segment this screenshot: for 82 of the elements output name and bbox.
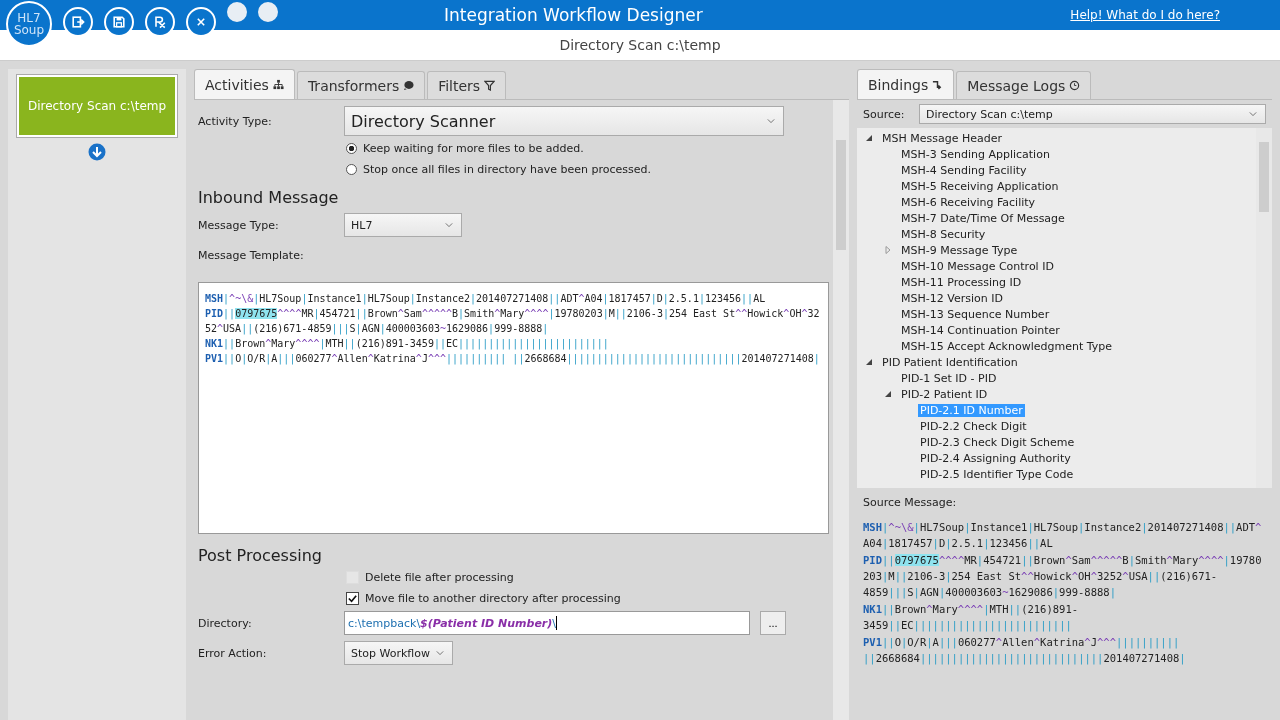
filter-icon (484, 80, 496, 91)
tab[interactable]: Bindings (857, 69, 955, 99)
section-heading: Inbound Message (198, 188, 340, 207)
exit-icon (70, 14, 86, 30)
directory-field[interactable]: c:\tempback\$(Patient ID Number)\ (344, 611, 750, 635)
field-label: Source: (863, 107, 906, 121)
tree-item[interactable]: PID-1 Set ID - PID (899, 371, 999, 385)
tree-item[interactable]: MSH-7 Date/Time Of Message (899, 211, 1067, 225)
message-line: PID||0797675^^^^MR|454721||Brown^Sam^^^^^B|Smith^Mary^^^^|19780203|M||2106-3|254 East St^^Howick^OH^3252^USA||(216)671-4859|||S|AGN|400003603~1629086|999-8888| (863, 553, 1263, 600)
tab[interactable]: Activities (194, 69, 295, 99)
browse-button[interactable]: ... (760, 611, 786, 635)
chevron-icon (767, 118, 775, 124)
tree-item[interactable]: PID-2.3 Check Digit Scheme (918, 435, 1077, 449)
message-line: MSH|^~\&|HL7Soup|Instance1|HL7Soup|Instance2|201407271408||ADT^A04|1817457|D|2.5.1|123456||AL (205, 292, 767, 306)
chevron-icon (1249, 111, 1257, 117)
message-line: PV1||O|O/R|A|||060277^Allen^Katrina^J^^^|||||||||| ||2668684|||||||||||||||||||||||||||||201407271408| (205, 352, 821, 366)
message-line: NK1||Brown^Mary^^^^|MTH||(216)891-3459||EC||||||||||||||||||||||||| (205, 337, 610, 351)
field-label: Activity Type: (198, 114, 273, 128)
tree-item[interactable]: MSH-15 Accept Acknowledgment Type (899, 339, 1114, 353)
message-line: NK1||Brown^Mary^^^^|MTH||(216)891-3459||EC||||||||||||||||||||||||| (863, 602, 1080, 633)
tree-item[interactable]: MSH-3 Sending Application (899, 147, 1052, 161)
scrollbar[interactable] (1256, 128, 1272, 488)
exit-button[interactable] (63, 7, 93, 37)
tree-item[interactable]: PID-2.5 Identifier Type Code (918, 467, 1076, 481)
scrollbar[interactable] (833, 100, 849, 720)
activity-type-dropdown[interactable]: Directory Scanner (344, 106, 784, 136)
tree-item[interactable]: MSH-11 Processing ID (899, 275, 1024, 289)
speech-bubble-icon (403, 80, 415, 91)
tab[interactable]: Message Logs (956, 71, 1092, 99)
collapse-icon[interactable] (884, 390, 892, 398)
field-label: Message Type: (198, 218, 280, 232)
save-button[interactable] (104, 7, 134, 37)
tree-item[interactable]: MSH-9 Message Type (899, 243, 1020, 257)
option-label: Keep waiting for more files to be added. (363, 142, 584, 155)
link-arrow-icon (932, 79, 944, 90)
chevron-icon (436, 650, 444, 656)
tree-item[interactable]: MSH-14 Continuation Pointer (899, 323, 1062, 337)
message-line: PV1||O|O/R|A|||060277^Allen^Katrina^J^^^|||||||||| ||2668684|||||||||||||||||||||||||||||201407271408| (863, 635, 1187, 666)
tree-item[interactable]: MSH-13 Sequence Number (899, 307, 1052, 321)
hierarchy-icon (272, 79, 284, 90)
option-label: Move file to another directory after processing (365, 592, 621, 605)
help-link[interactable]: Help! What do I do here? (1070, 8, 1220, 22)
option-label: Stop once all files in directory have been processed. (363, 163, 652, 176)
option-label: Delete file after processing (365, 571, 514, 584)
chevron-icon (445, 222, 453, 228)
prescription-icon (152, 14, 168, 30)
field-label: Source Message: (863, 496, 958, 509)
field-label: Error Action: (198, 646, 268, 660)
field-label: Directory: (198, 616, 253, 630)
tree-item[interactable]: MSH-12 Version ID (899, 291, 1005, 305)
tree-item[interactable]: MSH-8 Security (899, 227, 988, 241)
tab[interactable]: Filters (427, 71, 507, 99)
radio-button[interactable] (346, 164, 357, 175)
section-heading: Post Processing (198, 546, 323, 565)
checkbox[interactable] (346, 592, 359, 605)
rx-button[interactable] (145, 7, 175, 37)
clock-icon (1069, 80, 1081, 91)
logo[interactable]: HL7 Soup (6, 1, 52, 47)
window-title: Integration Workflow Designer (444, 5, 703, 25)
tree-item[interactable]: MSH-4 Sending Facility (899, 163, 1029, 177)
tree-item[interactable]: MSH-6 Receiving Facility (899, 195, 1038, 209)
message-type-dropdown[interactable]: HL7 (344, 213, 462, 237)
collapse-icon[interactable] (865, 358, 873, 366)
tree-item[interactable]: PID Patient Identification (880, 355, 1020, 369)
source-dropdown[interactable]: Directory Scan c:\temp (919, 104, 1266, 124)
message-template-editor[interactable] (198, 282, 829, 534)
error-action-dropdown[interactable]: Stop Workflow (344, 641, 453, 665)
tree-item[interactable]: MSH-5 Receiving Application (899, 179, 1061, 193)
message-line: PID||0797675^^^^MR|454721||Brown^Sam^^^^^B|Smith^Mary^^^^|19780203|M||2106-3|254 East St^^Howick^OH^3252^USA||(216)671-4859|||S|AGN|400003603~1629086|999-8888| (205, 307, 821, 336)
tree-item[interactable]: MSH-10 Message Control ID (899, 259, 1056, 273)
collapse-icon[interactable] (865, 134, 873, 142)
close-button[interactable] (186, 7, 216, 37)
radio-button[interactable] (346, 143, 357, 154)
tab[interactable]: Transformers (296, 71, 426, 99)
tree-item[interactable]: PID-2 Patient ID (899, 387, 990, 401)
tree-item[interactable]: MSH Message Header (880, 131, 1004, 145)
message-line: MSH|^~\&|HL7Soup|Instance1|HL7Soup|Instance2|201407271408||ADT^A04|1817457|D|2.5.1|123456||AL (863, 520, 1263, 551)
tree-item[interactable]: PID-2.4 Assigning Authority (918, 451, 1073, 465)
tree-item[interactable]: PID-2.2 Check Digit (918, 419, 1029, 433)
workflow-title: Directory Scan c:\temp (559, 37, 721, 53)
field-label: Message Template: (198, 249, 305, 262)
save-icon (111, 14, 127, 30)
